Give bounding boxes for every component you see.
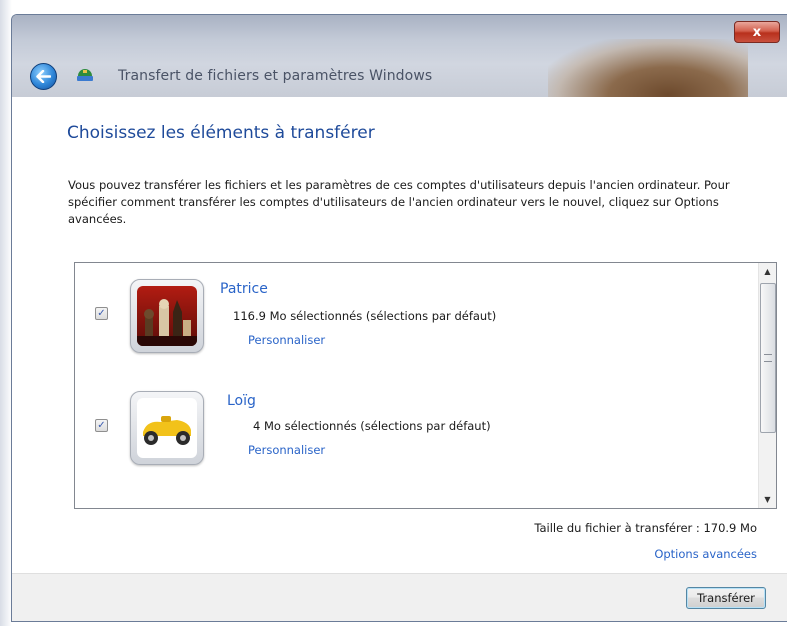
back-button[interactable] — [30, 63, 57, 90]
list-item-patrice: ✓ Patrice 116.9 Mo sélectionnés (sélecti… — [75, 269, 745, 361]
page-title: Choisissez les éléments à transférer — [67, 123, 375, 143]
title-bar: x Transfert de fichiers et paramètres Wi… — [12, 15, 787, 101]
transfer-icon — [77, 69, 93, 81]
title-bar-decoration — [548, 39, 748, 101]
list-scrollbar[interactable]: ▲ ▼ — [758, 263, 776, 508]
user-accounts-list[interactable]: ✓ Patrice 116.9 Mo sélectionnés (sélecti… — [74, 262, 777, 509]
avatar — [130, 279, 204, 353]
advanced-options-link[interactable]: Options avancées — [654, 547, 757, 561]
scroll-down-icon[interactable]: ▼ — [759, 491, 776, 508]
wizard-window: x Transfert de fichiers et paramètres Wi… — [11, 14, 787, 622]
loig-checkbox[interactable]: ✓ — [95, 419, 108, 432]
customize-link[interactable]: Personnaliser — [248, 333, 325, 347]
chess-pieces-avatar — [137, 286, 197, 346]
list-item-loig: ✓ Loïg 4 Mo sélectionnés (sélections par… — [75, 383, 745, 475]
scroll-thumb[interactable] — [760, 283, 776, 433]
total-transfer-size: Taille du fichier à transférer : 170.9 M… — [534, 521, 757, 535]
user-name: Loïg — [227, 393, 256, 409]
grip-icon — [764, 354, 772, 362]
footer-bar: Transférer — [12, 573, 787, 621]
scroll-up-icon[interactable]: ▲ — [759, 263, 776, 280]
transfer-button[interactable]: Transférer — [686, 587, 766, 609]
close-icon: x — [752, 24, 762, 40]
user-selection-size: 116.9 Mo sélectionnés (sélections par dé… — [233, 309, 497, 323]
page-description: Vous pouvez transférer les fichiers et l… — [68, 178, 730, 226]
user-name: Patrice — [220, 281, 268, 297]
avatar — [130, 391, 204, 465]
customize-link[interactable]: Personnaliser — [248, 443, 325, 457]
patrice-checkbox[interactable]: ✓ — [95, 307, 108, 320]
window-title: Transfert de fichiers et paramètres Wind… — [118, 68, 433, 84]
close-button[interactable]: x — [734, 21, 780, 43]
user-selection-size: 4 Mo sélectionnés (sélections par défaut… — [253, 419, 491, 433]
content-area: Choisissez les éléments à transférer Vou… — [12, 97, 787, 573]
back-arrow-icon — [36, 70, 51, 83]
race-car-avatar — [137, 398, 197, 458]
